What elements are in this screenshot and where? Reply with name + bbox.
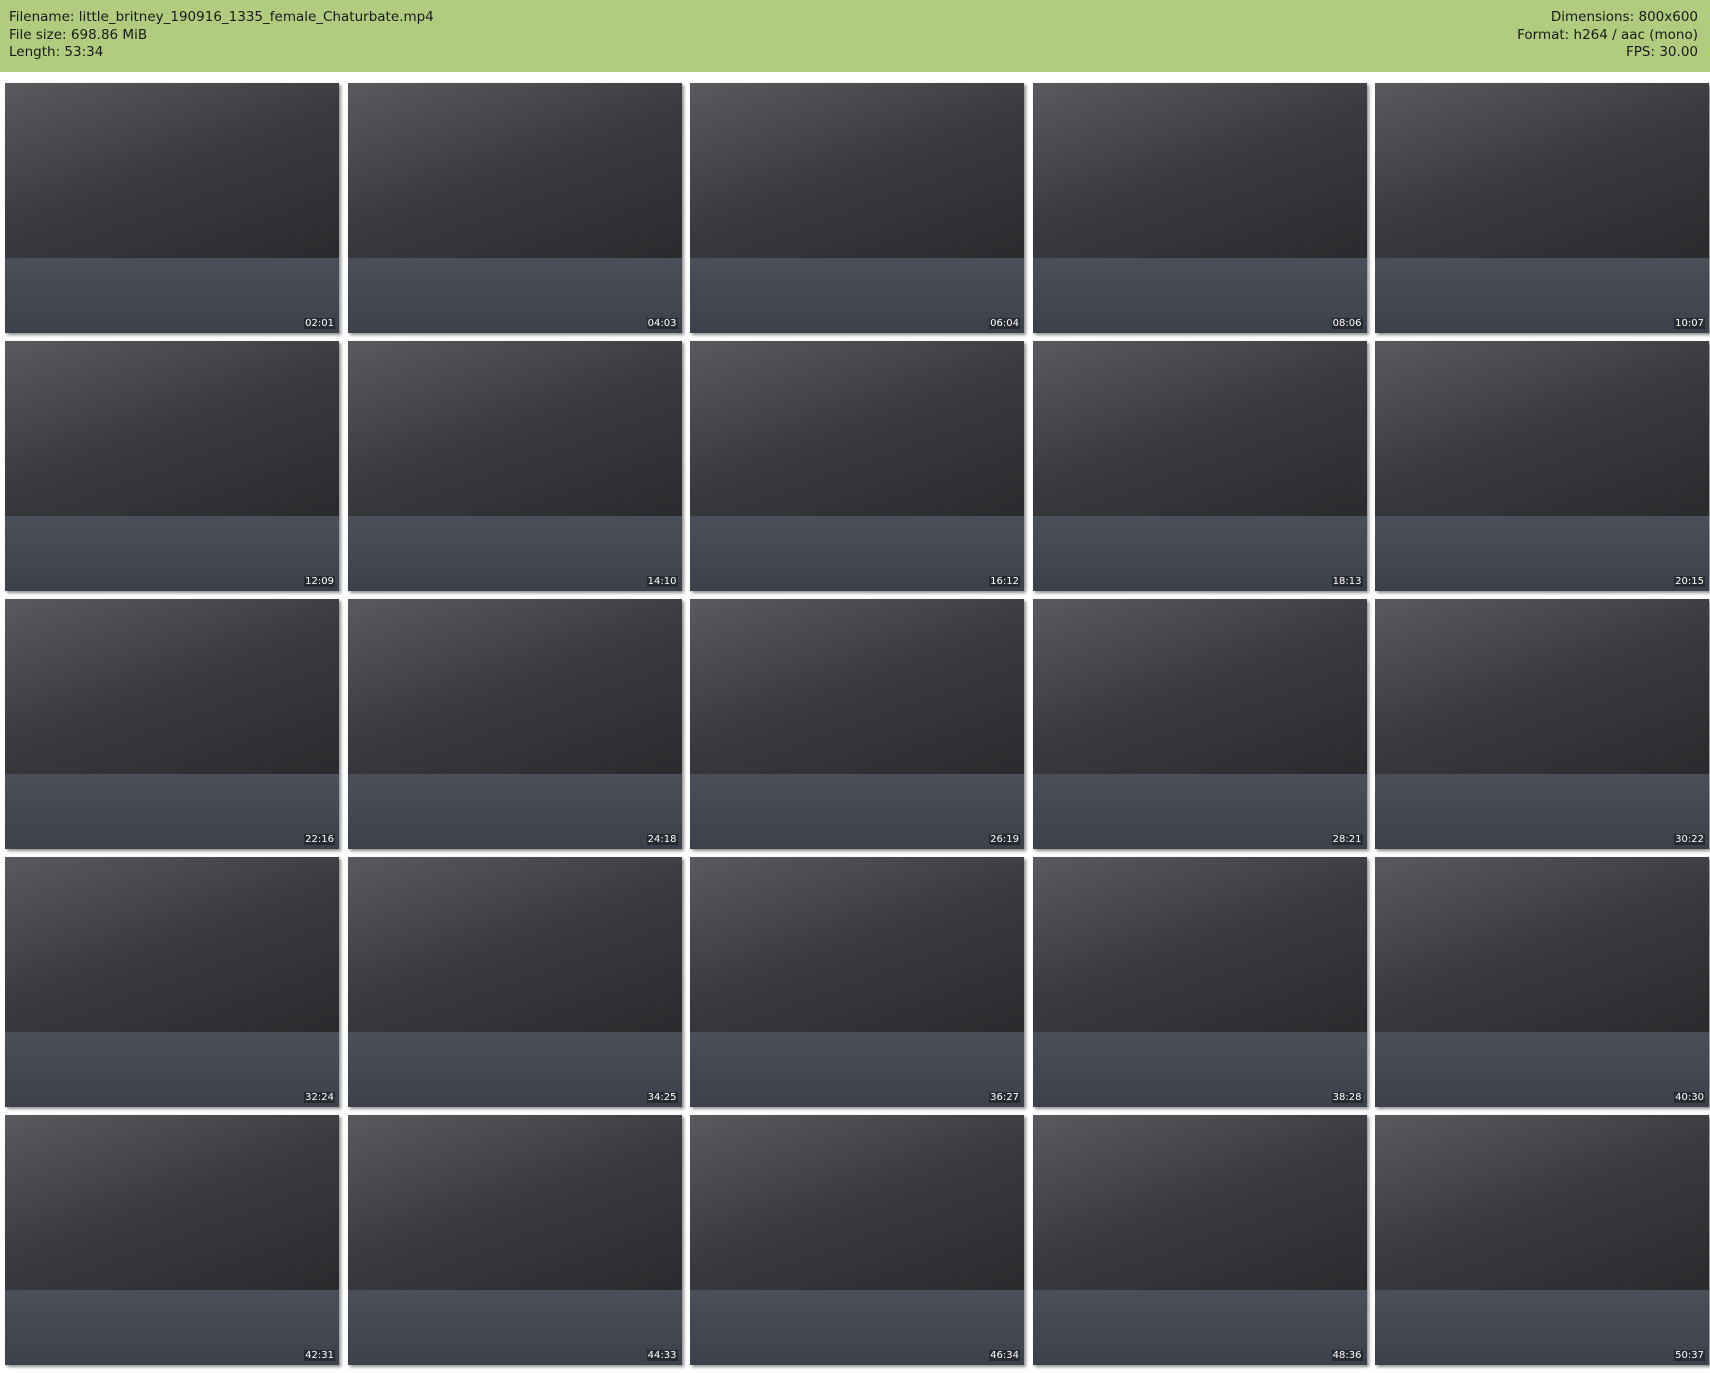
video-thumbnail: 32:24 bbox=[5, 857, 339, 1107]
timestamp-label: 30:22 bbox=[1674, 834, 1705, 845]
timestamp-label: 16:12 bbox=[989, 576, 1020, 587]
video-thumbnail: 18:13 bbox=[1032, 341, 1367, 591]
video-thumbnail: 08:06 bbox=[1032, 83, 1367, 333]
timestamp-label: 20:15 bbox=[1674, 576, 1705, 587]
video-thumbnail: 26:19 bbox=[690, 599, 1024, 849]
timestamp-label: 48:36 bbox=[1331, 1350, 1363, 1361]
frame-image-placeholder bbox=[690, 1290, 1024, 1365]
video-thumbnail: 10:07 bbox=[1375, 83, 1709, 333]
frame-image-placeholder bbox=[690, 1032, 1024, 1107]
frame-image-placeholder bbox=[5, 1290, 339, 1365]
video-thumbnail: 40:30 bbox=[1375, 857, 1709, 1107]
timestamp-label: 38:28 bbox=[1331, 1092, 1363, 1103]
frame-image-placeholder bbox=[347, 774, 682, 849]
file-size: File size: 698.86 MiB bbox=[9, 26, 148, 43]
video-thumbnail: 30:22 bbox=[1375, 599, 1709, 849]
timestamp-label: 46:34 bbox=[989, 1350, 1020, 1361]
video-thumbnail: 50:37 bbox=[1375, 1115, 1709, 1365]
frame-image-placeholder bbox=[1032, 258, 1367, 333]
video-thumbnail: 34:25 bbox=[347, 857, 682, 1107]
video-thumbnail: 44:33 bbox=[347, 1115, 682, 1365]
frame-image-placeholder bbox=[690, 516, 1024, 591]
timestamp-label: 42:31 bbox=[304, 1350, 335, 1361]
timestamp-label: 36:27 bbox=[989, 1092, 1020, 1103]
thumbnail-grid: 02:01 04:03 06:04 08:06 10:07 12:09 14:10 16:12… bbox=[5, 83, 1709, 1365]
format: Format: h264 / aac (mono) bbox=[1517, 26, 1698, 43]
frame-image-placeholder bbox=[1032, 774, 1367, 849]
timestamp-label: 34:25 bbox=[646, 1092, 678, 1103]
video-thumbnail: 16:12 bbox=[690, 341, 1024, 591]
video-thumbnail: 22:16 bbox=[5, 599, 339, 849]
frame-image-placeholder bbox=[347, 516, 682, 591]
timestamp-label: 50:37 bbox=[1674, 1350, 1705, 1361]
video-thumbnail: 36:27 bbox=[690, 857, 1024, 1107]
frame-image-placeholder bbox=[1375, 1290, 1709, 1365]
frame-image-placeholder bbox=[347, 1290, 682, 1365]
frame-image-placeholder bbox=[1375, 516, 1709, 591]
video-thumbnail: 38:28 bbox=[1032, 857, 1367, 1107]
video-thumbnail: 20:15 bbox=[1375, 341, 1709, 591]
timestamp-label: 26:19 bbox=[989, 834, 1020, 845]
frame-image-placeholder bbox=[690, 774, 1024, 849]
timestamp-label: 02:01 bbox=[304, 318, 335, 329]
timestamp-label: 40:30 bbox=[1674, 1092, 1705, 1103]
timestamp-label: 10:07 bbox=[1674, 318, 1705, 329]
fps: FPS: 30.00 bbox=[1626, 44, 1698, 60]
video-thumbnail: 48:36 bbox=[1032, 1115, 1367, 1365]
timestamp-label: 18:13 bbox=[1331, 576, 1363, 587]
timestamp-label: 04:03 bbox=[646, 318, 678, 329]
video-thumbnail: 02:01 bbox=[5, 83, 339, 333]
frame-image-placeholder bbox=[1375, 258, 1709, 333]
video-thumbnail: 46:34 bbox=[690, 1115, 1024, 1365]
timestamp-label: 22:16 bbox=[304, 834, 335, 845]
frame-image-placeholder bbox=[690, 258, 1024, 333]
frame-image-placeholder bbox=[1032, 516, 1367, 591]
info-header: Filename: little_britney_190916_1335_fem… bbox=[0, 0, 1710, 72]
timestamp-label: 14:10 bbox=[646, 576, 678, 587]
timestamp-label: 24:18 bbox=[646, 834, 678, 845]
frame-image-placeholder bbox=[5, 774, 339, 849]
timestamp-label: 32:24 bbox=[304, 1092, 335, 1103]
file-info-left: Filename: little_britney_190916_1335_fem… bbox=[9, 9, 434, 62]
filename: Filename: little_britney_190916_1335_fem… bbox=[9, 9, 434, 25]
timestamp-label: 28:21 bbox=[1331, 834, 1363, 845]
timestamp-label: 44:33 bbox=[646, 1350, 678, 1361]
frame-image-placeholder bbox=[5, 1032, 339, 1107]
video-thumbnail: 06:04 bbox=[690, 83, 1024, 333]
frame-image-placeholder bbox=[5, 258, 339, 333]
video-thumbnail: 24:18 bbox=[347, 599, 682, 849]
frame-image-placeholder bbox=[1375, 774, 1709, 849]
frame-image-placeholder bbox=[1375, 1032, 1709, 1107]
dimensions: Dimensions: 800x600 bbox=[1550, 9, 1698, 25]
file-info-right: Dimensions: 800x600 Format: h264 / aac (… bbox=[1517, 9, 1698, 62]
frame-image-placeholder bbox=[1032, 1032, 1367, 1107]
timestamp-label: 06:04 bbox=[989, 318, 1020, 329]
video-thumbnail: 12:09 bbox=[5, 341, 339, 591]
video-thumbnail: 14:10 bbox=[347, 341, 682, 591]
frame-image-placeholder bbox=[347, 1032, 682, 1107]
video-thumbnail: 04:03 bbox=[347, 83, 682, 333]
video-thumbnail: 28:21 bbox=[1032, 599, 1367, 849]
frame-image-placeholder bbox=[347, 258, 682, 333]
frame-image-placeholder bbox=[1032, 1290, 1367, 1365]
timestamp-label: 12:09 bbox=[304, 576, 335, 587]
frame-image-placeholder bbox=[5, 516, 339, 591]
video-length: Length: 53:34 bbox=[9, 44, 104, 60]
timestamp-label: 08:06 bbox=[1331, 318, 1363, 329]
video-thumbnail: 42:31 bbox=[5, 1115, 339, 1365]
